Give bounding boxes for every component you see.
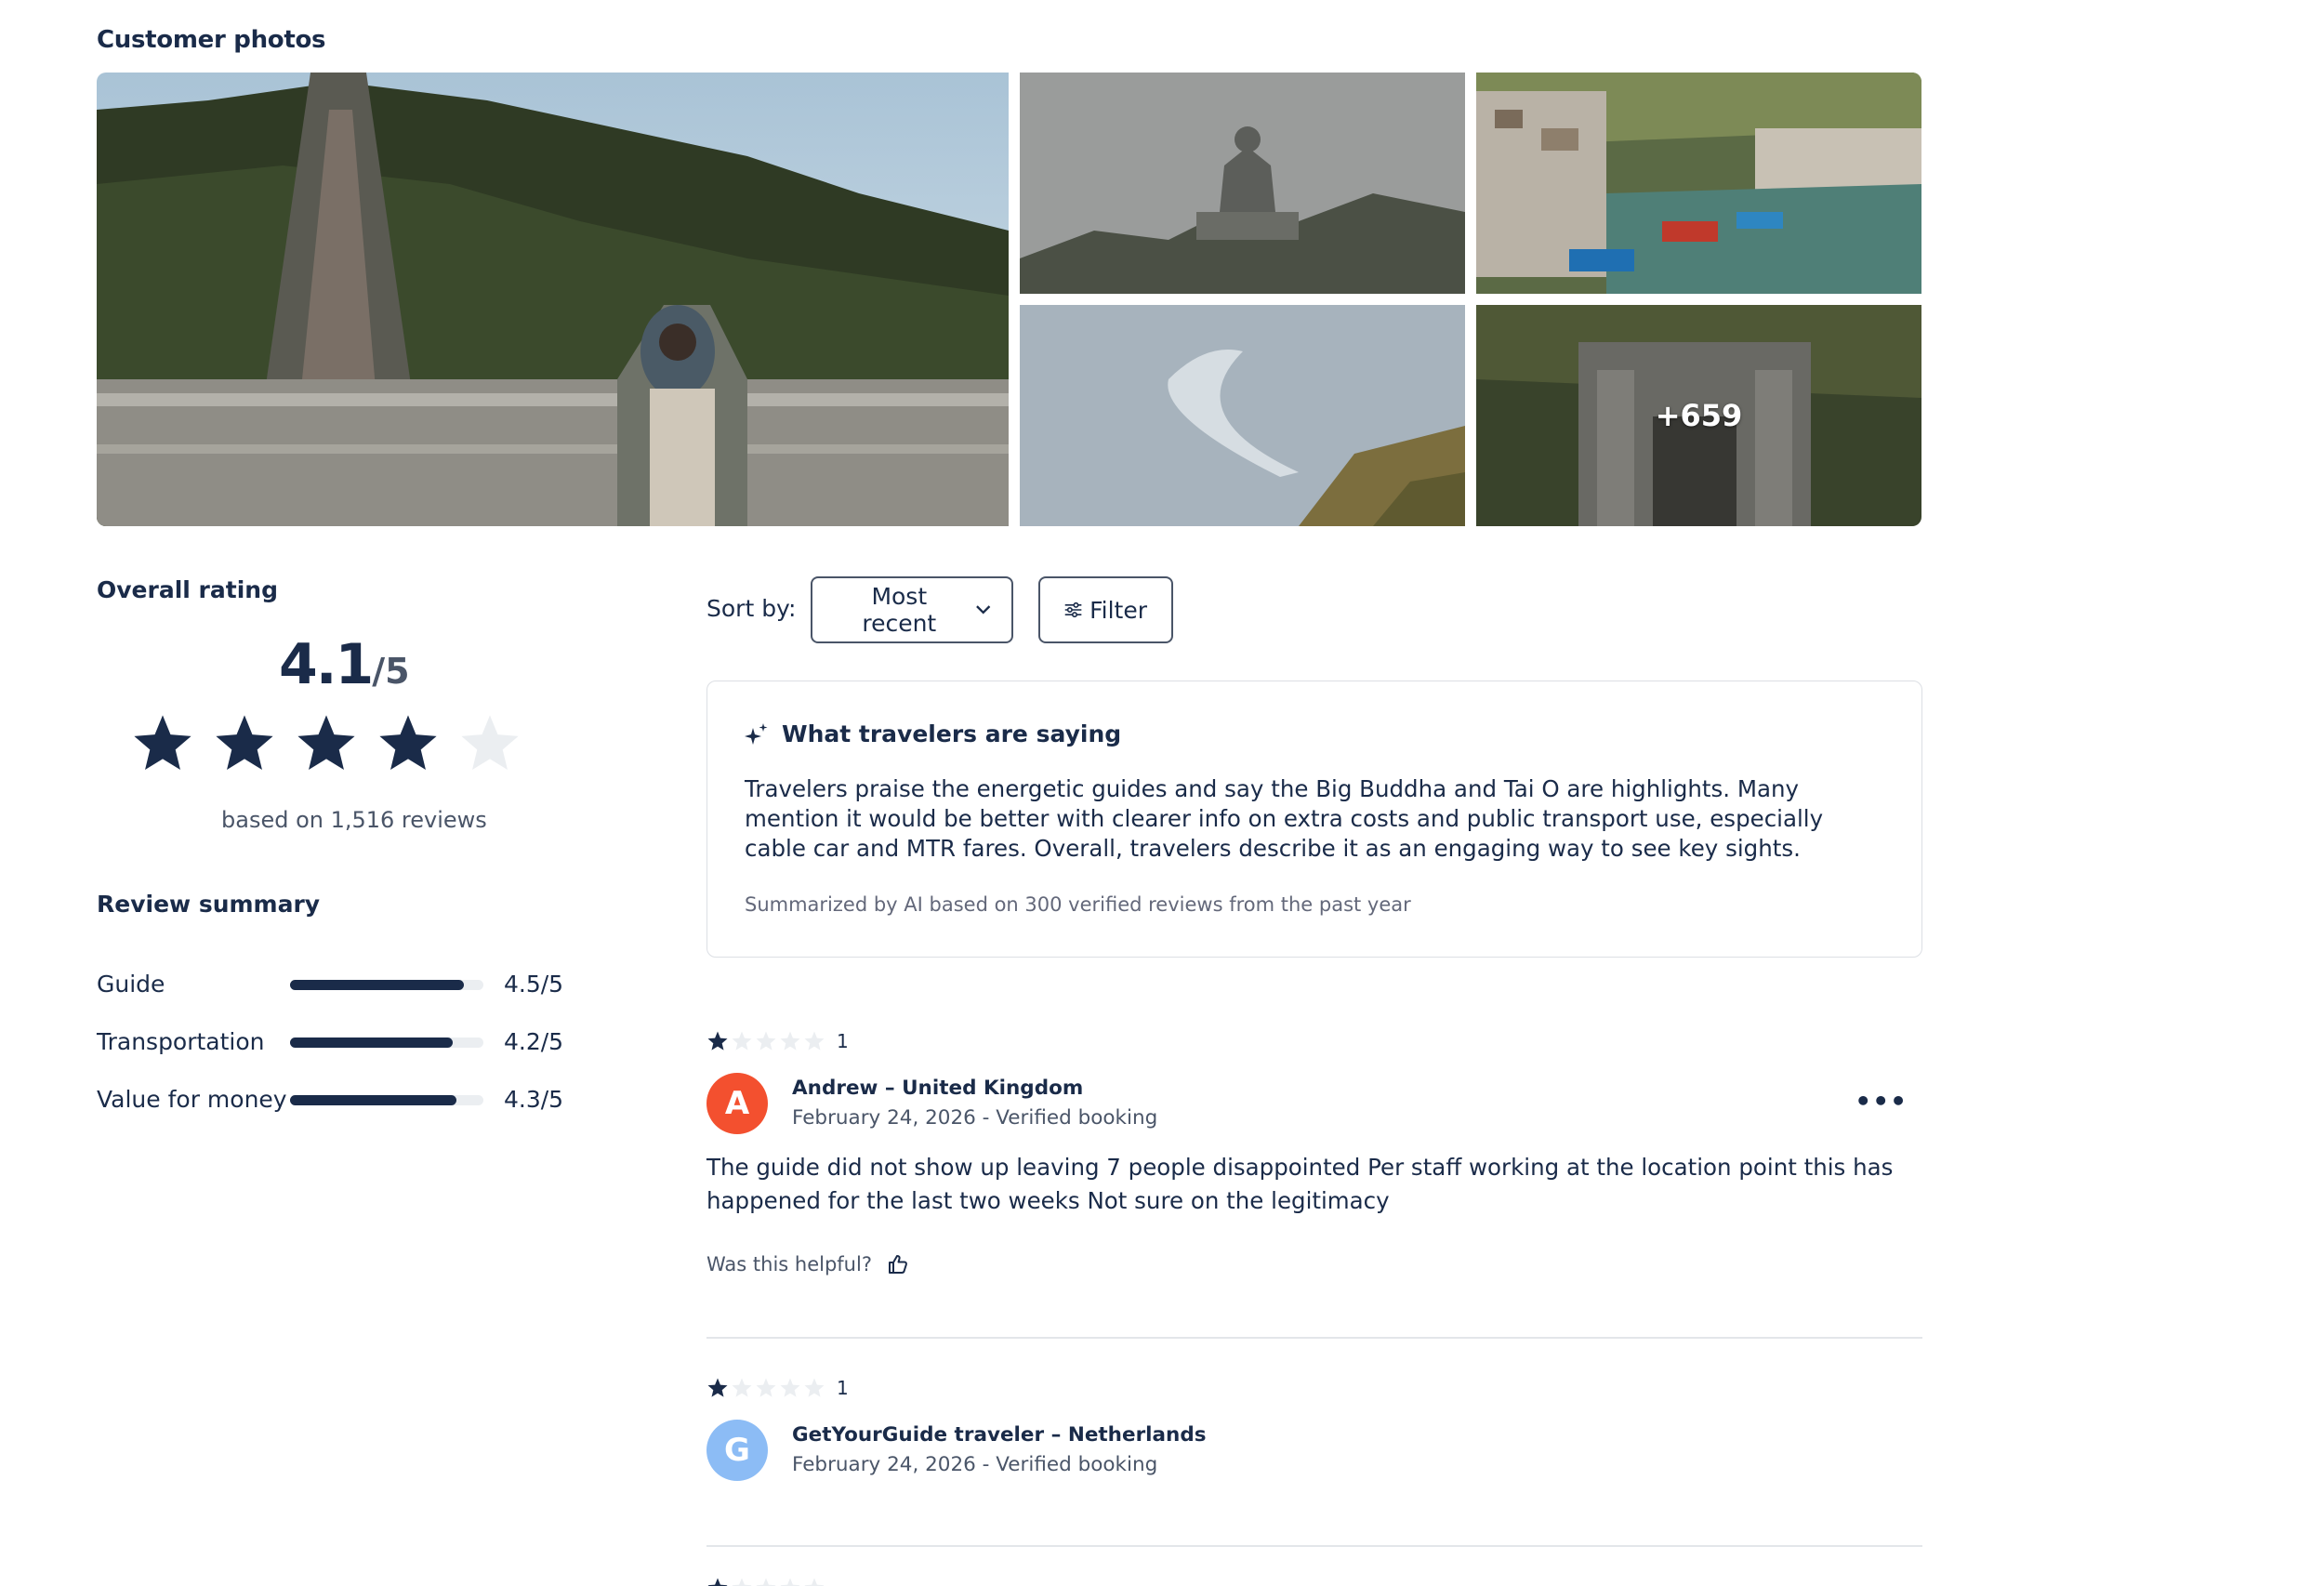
review-summary-title: Review summary — [97, 891, 321, 918]
thumbs-up-icon[interactable] — [887, 1253, 909, 1275]
reviewer-name: GetYourGuide traveler – Netherlands — [792, 1423, 1207, 1447]
overall-score-value: 4.1 — [279, 632, 374, 697]
fishing-village-photo-icon — [1476, 73, 1921, 294]
avatar: G — [706, 1420, 768, 1481]
customer-photos-title: Customer photos — [97, 26, 326, 54]
sort-label: Sort by: — [706, 595, 797, 622]
summary-label: Guide — [97, 971, 165, 998]
star-icon — [804, 1378, 825, 1397]
star-icon — [297, 715, 355, 770]
overall-rating-title: Overall rating — [97, 576, 278, 603]
star-icon — [756, 1578, 776, 1586]
star-icon — [216, 715, 273, 770]
review-divider — [706, 1545, 1922, 1547]
chevron-down-icon — [975, 605, 990, 615]
summary-label: Value for money — [97, 1086, 287, 1113]
star-icon — [732, 1378, 752, 1397]
star-icon — [732, 1031, 752, 1051]
photo-staircase[interactable] — [97, 73, 1009, 526]
summary-bar-fill — [290, 980, 465, 990]
summary-bar-track — [290, 1038, 483, 1048]
more-photos-count: +659 — [1655, 398, 1743, 433]
review-item-partial — [706, 1577, 1922, 1586]
photo-bridge[interactable] — [1020, 305, 1465, 526]
review-stars: 1 — [706, 1377, 849, 1399]
summary-bar-fill — [290, 1095, 456, 1105]
star-icon — [780, 1578, 800, 1586]
ai-summary-footer: Summarized by AI based on 300 verified r… — [745, 893, 1411, 916]
star-icon — [780, 1031, 800, 1051]
review-item: 1 A Andrew – United Kingdom February 24,… — [706, 1030, 1922, 1290]
summary-bar-track — [290, 980, 483, 990]
review-text: The guide did not show up leaving 7 peop… — [706, 1154, 1894, 1214]
summary-bar-track — [290, 1095, 483, 1105]
review-star-icons — [706, 1377, 825, 1399]
summary-label: Transportation — [97, 1028, 265, 1055]
overall-score: 4.1/5 — [279, 632, 410, 697]
star-icon — [756, 1031, 776, 1051]
photo-buddha[interactable] — [1020, 73, 1465, 294]
photo-fishing-village[interactable] — [1476, 73, 1921, 294]
filter-button[interactable]: Filter — [1038, 576, 1173, 643]
star-icon — [732, 1578, 752, 1586]
ai-summary-card: What travelers are saying Travelers prai… — [706, 681, 1922, 958]
photo-gate-more[interactable]: +659 — [1476, 305, 1921, 526]
review-rating: 1 — [837, 1377, 849, 1399]
helpful-label: Was this helpful? — [706, 1253, 872, 1275]
review-star-icons — [706, 1577, 825, 1586]
star-icon — [707, 1378, 728, 1397]
star-icon — [461, 715, 519, 770]
sliders-icon — [1064, 601, 1082, 618]
summary-value: 4.2/5 — [504, 1028, 564, 1055]
avatar: A — [706, 1073, 768, 1134]
ai-summary-body: Travelers praise the energetic guides an… — [745, 775, 1824, 862]
summary-value: 4.3/5 — [504, 1086, 564, 1113]
filter-label: Filter — [1089, 596, 1147, 624]
review-star-icons — [706, 1030, 825, 1052]
more-options-icon[interactable]: ••• — [1855, 1086, 1908, 1117]
summary-row-guide: Guide 4.5/5 — [97, 965, 580, 1002]
review-stars: 1 — [706, 1030, 849, 1052]
review-meta: February 24, 2026 - Verified booking — [792, 1106, 1158, 1130]
staircase-photo-icon — [97, 73, 1009, 526]
reviewer-name: Andrew – United Kingdom — [792, 1077, 1084, 1100]
star-icon — [804, 1031, 825, 1051]
star-icon — [804, 1578, 825, 1586]
review-stars — [706, 1577, 825, 1586]
sort-value: Most recent — [862, 583, 937, 637]
summary-row-transportation: Transportation 4.2/5 — [97, 1023, 580, 1060]
review-meta: February 24, 2026 - Verified booking — [792, 1453, 1158, 1476]
star-icon — [780, 1378, 800, 1397]
overall-score-max: /5 — [372, 651, 410, 692]
star-icon — [379, 715, 437, 770]
sort-dropdown[interactable]: Most recent — [811, 576, 1013, 643]
star-icon — [756, 1378, 776, 1397]
sparkle-icon — [745, 723, 768, 745]
review-rating: 1 — [837, 1030, 849, 1052]
ai-summary-title: What travelers are saying — [782, 720, 1122, 747]
summary-bar-fill — [290, 1038, 453, 1048]
star-icon — [707, 1031, 728, 1051]
bridge-photo-icon — [1020, 305, 1465, 526]
overall-stars — [130, 711, 522, 776]
summary-row-value-for-money: Value for money 4.3/5 — [97, 1080, 580, 1117]
buddha-photo-icon — [1020, 73, 1465, 294]
star-icon — [134, 715, 191, 770]
summary-value: 4.5/5 — [504, 971, 564, 998]
review-item: 1 G GetYourGuide traveler – Netherlands … — [706, 1377, 1922, 1507]
review-count: based on 1,516 reviews — [221, 807, 487, 833]
helpful-row: Was this helpful? — [706, 1253, 909, 1275]
star-icon — [707, 1578, 728, 1586]
review-divider — [706, 1337, 1922, 1339]
